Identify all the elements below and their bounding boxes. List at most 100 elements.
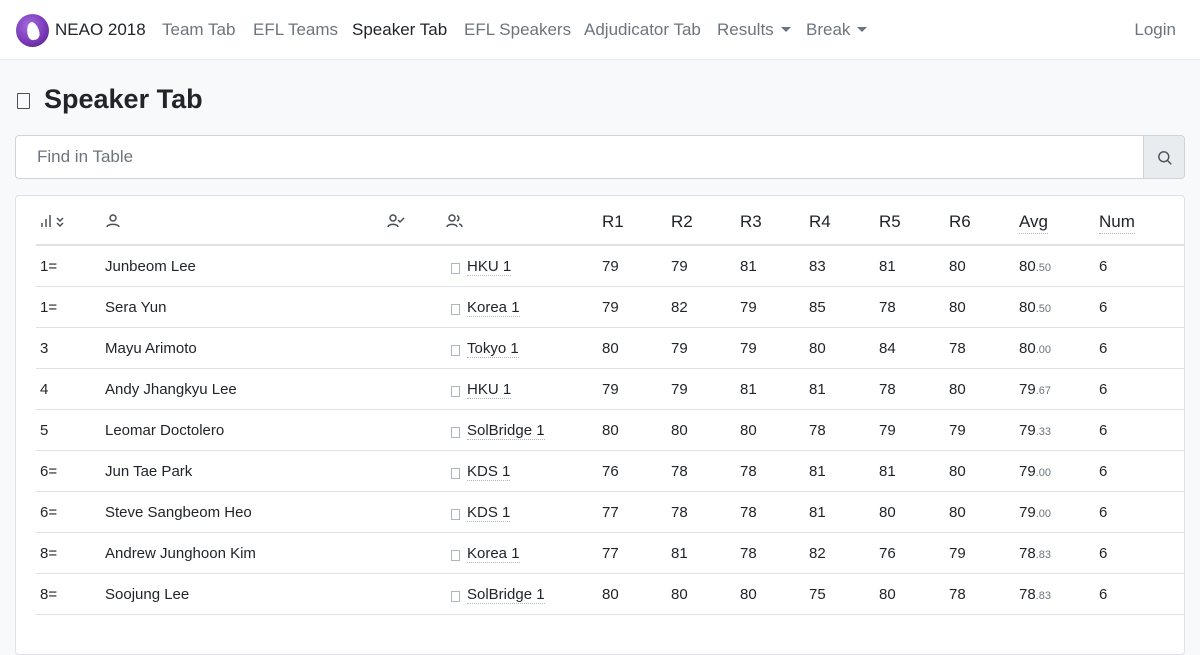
rank-cell: 3 xyxy=(40,340,49,357)
speaker-name: Mayu Arimoto xyxy=(105,340,197,357)
team-link[interactable]: Tokyo 1 xyxy=(467,340,519,358)
col-header-r6[interactable]: R6 xyxy=(949,212,971,232)
search-icon xyxy=(1158,151,1172,165)
round-score-r5: 78 xyxy=(879,381,896,398)
team-link[interactable]: HKU 1 xyxy=(467,381,512,399)
round-score-r6: 80 xyxy=(949,381,966,398)
round-score-r5: 76 xyxy=(879,545,896,562)
round-score-r4: 81 xyxy=(809,504,826,521)
round-score-r5: 78 xyxy=(879,299,896,316)
round-score-r3: 78 xyxy=(740,545,757,562)
col-header-num[interactable]: Num xyxy=(1099,212,1135,234)
team-emoji-icon xyxy=(451,304,460,315)
team-link[interactable]: SolBridge 1 xyxy=(467,586,545,604)
round-score-r1: 79 xyxy=(602,258,619,275)
login-link[interactable]: Login xyxy=(1134,20,1176,40)
team-emoji-icon xyxy=(451,263,460,274)
round-score-r5: 80 xyxy=(879,504,896,521)
round-score-r1: 77 xyxy=(602,504,619,521)
nav-adjudicator-tab[interactable]: Adjudicator Tab xyxy=(584,20,701,40)
avg-integer: 80 xyxy=(1019,258,1036,275)
col-header-r2[interactable]: R2 xyxy=(671,212,693,232)
team-link[interactable]: HKU 1 xyxy=(467,258,512,276)
round-score-r1: 79 xyxy=(602,299,619,316)
team-icon-header[interactable] xyxy=(387,213,405,234)
team-link[interactable]: SolBridge 1 xyxy=(467,422,545,440)
table-row: 1= Sera Yun Korea 1 79 82 79 85 78 80 80.50 6 xyxy=(36,287,1184,328)
top-navbar: NEAO 2018 Team Tab EFL Teams Speaker Tab… xyxy=(0,0,1200,60)
round-score-r2: 82 xyxy=(671,299,688,316)
round-score-r6: 78 xyxy=(949,340,966,357)
speaker-name: Sera Yun xyxy=(105,299,167,316)
rank-cell: 6= xyxy=(40,463,58,480)
tabbycat-logo-icon[interactable] xyxy=(16,14,49,47)
round-score-r2: 79 xyxy=(671,258,688,275)
team-emoji-icon xyxy=(451,550,460,561)
table-header: R1 R2 R3 R4 R5 R6 Avg Num xyxy=(36,196,1184,246)
col-header-r1[interactable]: R1 xyxy=(602,212,624,232)
round-score-r3: 80 xyxy=(740,422,757,439)
round-score-r3: 81 xyxy=(740,381,757,398)
rank-cell: 8= xyxy=(40,586,58,603)
nav-efl-speakers[interactable]: EFL Speakers xyxy=(464,20,571,40)
round-score-r4: 82 xyxy=(809,545,826,562)
search-button[interactable] xyxy=(1143,136,1184,178)
round-score-r4: 85 xyxy=(809,299,826,316)
search-bar xyxy=(15,135,1185,179)
round-score-r6: 80 xyxy=(949,258,966,275)
num-cell: 6 xyxy=(1099,381,1108,398)
chevron-down-icon xyxy=(857,27,868,32)
col-header-r3[interactable]: R3 xyxy=(740,212,762,232)
nav-speaker-tab[interactable]: Speaker Tab xyxy=(352,20,447,40)
round-score-r2: 80 xyxy=(671,422,688,439)
team-link[interactable]: Korea 1 xyxy=(467,545,520,563)
round-score-r5: 84 xyxy=(879,340,896,357)
round-score-r2: 78 xyxy=(671,463,688,480)
col-header-r5[interactable]: R5 xyxy=(879,212,901,232)
nav-break-dropdown[interactable]: Break xyxy=(806,20,868,40)
avg-cell: 80.50 xyxy=(1019,258,1051,275)
avg-cell: 79.00 xyxy=(1019,463,1051,480)
avg-cell: 80.00 xyxy=(1019,340,1051,357)
avg-decimal: .83 xyxy=(1035,590,1051,602)
round-score-r6: 79 xyxy=(949,545,966,562)
avg-integer: 79 xyxy=(1019,381,1036,398)
round-score-r4: 80 xyxy=(809,340,826,357)
team-link[interactable]: Korea 1 xyxy=(467,299,520,317)
round-score-r3: 79 xyxy=(740,299,757,316)
team-link[interactable]: KDS 1 xyxy=(467,463,511,481)
num-cell: 6 xyxy=(1099,258,1108,275)
table-row: 6= Steve Sangbeom Heo KDS 1 77 78 78 81 80 80 79.… xyxy=(36,492,1184,533)
round-score-r4: 81 xyxy=(809,381,826,398)
team-emoji-icon xyxy=(451,509,460,520)
avg-decimal: .83 xyxy=(1035,549,1051,561)
speaker-name: Andy Jhangkyu Lee xyxy=(105,381,237,398)
chevron-down-icon xyxy=(780,27,791,32)
num-cell: 6 xyxy=(1099,340,1108,357)
speaker-name: Andrew Junghoon Kim xyxy=(105,545,256,562)
col-header-avg[interactable]: Avg xyxy=(1019,212,1048,234)
rank-sort-icon[interactable] xyxy=(40,213,70,234)
round-score-r2: 78 xyxy=(671,504,688,521)
page-title: Speaker Tab xyxy=(44,84,203,114)
institution-icon[interactable] xyxy=(446,213,464,234)
team-emoji-icon xyxy=(451,386,460,397)
search-input[interactable] xyxy=(16,136,1144,178)
table-row: 6= Jun Tae Park KDS 1 76 78 78 81 81 80 79.00 6 xyxy=(36,451,1184,492)
team-link[interactable]: KDS 1 xyxy=(467,504,511,522)
avg-cell: 80.50 xyxy=(1019,299,1051,316)
file-icon xyxy=(17,93,30,109)
speaker-icon[interactable] xyxy=(105,213,121,234)
nav-team-tab[interactable]: Team Tab xyxy=(162,20,235,40)
nav-results-dropdown[interactable]: Results xyxy=(717,20,791,40)
avg-cell: 79.67 xyxy=(1019,381,1051,398)
table-row: 5 Leomar Doctolero SolBridge 1 80 80 80 78 79 79… xyxy=(36,410,1184,451)
round-score-r3: 80 xyxy=(740,586,757,603)
round-score-r5: 80 xyxy=(879,586,896,603)
nav-efl-teams[interactable]: EFL Teams xyxy=(253,20,338,40)
col-header-r4[interactable]: R4 xyxy=(809,212,831,232)
speaker-name: Junbeom Lee xyxy=(105,258,196,275)
team-emoji-icon xyxy=(451,591,460,602)
brand-title[interactable]: NEAO 2018 xyxy=(55,20,146,40)
table-row: 1= Junbeom Lee HKU 1 79 79 81 83 81 80 80.50 6 xyxy=(36,246,1184,287)
